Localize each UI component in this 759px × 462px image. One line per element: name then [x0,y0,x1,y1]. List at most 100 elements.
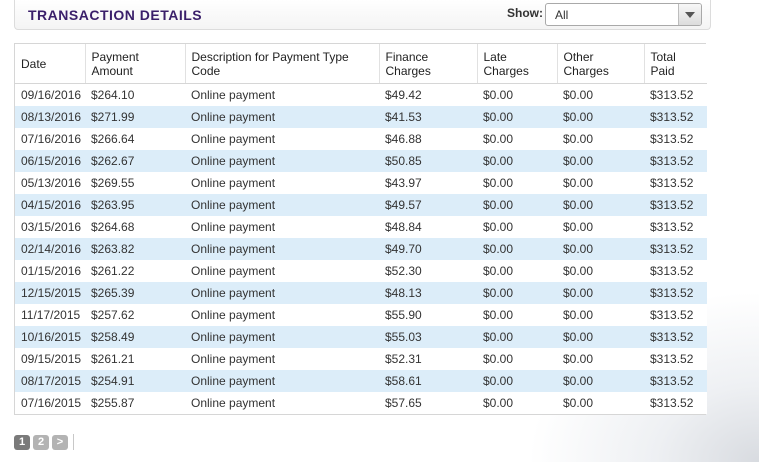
chevron-down-icon[interactable] [678,4,701,25]
cell-late-charges: $0.00 [477,304,557,326]
cell-finance-charges: $49.57 [379,194,477,216]
column-header-total-paid[interactable]: Total Paid [644,44,707,84]
page-title: TRANSACTION DETAILS [28,7,203,23]
cell-date: 07/16/2016 [15,128,85,150]
cell-finance-charges: $49.42 [379,83,477,106]
cell-description: Online payment [185,348,379,370]
cell-total-paid: $313.52 [644,348,707,370]
cell-description: Online payment [185,150,379,172]
cell-payment-amount: $261.22 [85,260,185,282]
show-filter-value: All [555,8,569,22]
cell-description: Online payment [185,260,379,282]
table-row: 01/15/2016 $261.22 Online payment $52.30 $0.… [15,260,707,282]
cell-date: 03/15/2016 [15,216,85,238]
cell-late-charges: $0.00 [477,194,557,216]
cell-finance-charges: $50.85 [379,150,477,172]
cell-total-paid: $313.52 [644,194,707,216]
cell-date: 08/13/2016 [15,106,85,128]
cell-late-charges: $0.00 [477,238,557,260]
cell-payment-amount: $254.91 [85,370,185,392]
column-header-late-charges[interactable]: Late Charges [477,44,558,84]
column-header-finance-charges[interactable]: Finance Charges [379,44,478,84]
pager-divider [73,434,74,450]
cell-date: 07/16/2015 [15,392,85,414]
page-1-button[interactable]: 1 [14,434,30,450]
cell-late-charges: $0.00 [477,260,557,282]
table-row: 11/17/2015 $257.62 Online payment $55.90 $0.… [15,304,707,326]
column-header-other-charges[interactable]: Other Charges [557,44,645,84]
transaction-table: Date Payment Amount Description for Paym… [14,43,707,415]
cell-finance-charges: $52.30 [379,260,477,282]
cell-other-charges: $0.00 [557,83,644,106]
cell-late-charges: $0.00 [477,128,557,150]
cell-total-paid: $313.52 [644,282,707,304]
cell-other-charges: $0.00 [557,348,644,370]
cell-finance-charges: $48.84 [379,216,477,238]
cell-description: Online payment [185,106,379,128]
table-row: 07/16/2015 $255.87 Online payment $57.65 $0.… [15,392,707,414]
table-row: 09/15/2015 $261.21 Online payment $52.31 $0.… [15,348,707,370]
table-row: 09/16/2016 $264.10 Online payment $49.42 $0.… [15,83,707,106]
cell-other-charges: $0.00 [557,150,644,172]
cell-other-charges: $0.00 [557,172,644,194]
cell-payment-amount: $265.39 [85,282,185,304]
cell-late-charges: $0.00 [477,172,557,194]
cell-other-charges: $0.00 [557,304,644,326]
table-row: 04/15/2016 $263.95 Online payment $49.57 $0.… [15,194,707,216]
cell-date: 05/13/2016 [15,172,85,194]
column-header-date[interactable]: Date [15,44,86,84]
cell-total-paid: $313.52 [644,216,707,238]
cell-finance-charges: $55.90 [379,304,477,326]
cell-other-charges: $0.00 [557,282,644,304]
cell-other-charges: $0.00 [557,194,644,216]
cell-date: 09/15/2015 [15,348,85,370]
page-2-button[interactable]: 2 [33,434,49,450]
cell-finance-charges: $41.53 [379,106,477,128]
cell-payment-amount: $258.49 [85,326,185,348]
cell-date: 12/15/2015 [15,282,85,304]
next-page-button[interactable]: > [52,434,68,450]
cell-total-paid: $313.52 [644,128,707,150]
cell-date: 08/17/2015 [15,370,85,392]
cell-payment-amount: $264.68 [85,216,185,238]
cell-finance-charges: $43.97 [379,172,477,194]
cell-date: 06/15/2016 [15,150,85,172]
pagination: 1 2 > [14,434,74,450]
show-filter-select[interactable]: All [545,3,702,26]
cell-finance-charges: $58.61 [379,370,477,392]
table-row: 10/16/2015 $258.49 Online payment $55.03 $0.… [15,326,707,348]
table-row: 07/16/2016 $266.64 Online payment $46.88 $0.… [15,128,707,150]
cell-late-charges: $0.00 [477,392,557,414]
column-header-payment-amount[interactable]: Payment Amount [85,44,186,84]
cell-late-charges: $0.00 [477,282,557,304]
cell-date: 11/17/2015 [15,304,85,326]
cell-description: Online payment [185,392,379,414]
cell-payment-amount: $263.95 [85,194,185,216]
table-row: 08/13/2016 $271.99 Online payment $41.53 $0.… [15,106,707,128]
cell-date: 02/14/2016 [15,238,85,260]
cell-total-paid: $313.52 [644,304,707,326]
cell-total-paid: $313.52 [644,260,707,282]
cell-description: Online payment [185,238,379,260]
cell-late-charges: $0.00 [477,150,557,172]
cell-late-charges: $0.00 [477,348,557,370]
cell-date: 04/15/2016 [15,194,85,216]
cell-finance-charges: $49.70 [379,238,477,260]
cell-description: Online payment [185,216,379,238]
cell-description: Online payment [185,304,379,326]
table-row: 02/14/2016 $263.82 Online payment $49.70 $0.… [15,238,707,260]
cell-finance-charges: $52.31 [379,348,477,370]
cell-description: Online payment [185,172,379,194]
cell-late-charges: $0.00 [477,106,557,128]
cell-payment-amount: $266.64 [85,128,185,150]
cell-total-paid: $313.52 [644,172,707,194]
table-row: 03/15/2016 $264.68 Online payment $48.84 $0.… [15,216,707,238]
cell-finance-charges: $48.13 [379,282,477,304]
cell-total-paid: $313.52 [644,83,707,106]
cell-payment-amount: $264.10 [85,83,185,106]
column-header-description[interactable]: Description for Payment Type Code [185,44,380,84]
cell-total-paid: $313.52 [644,150,707,172]
cell-description: Online payment [185,326,379,348]
cell-payment-amount: $255.87 [85,392,185,414]
table-row: 12/15/2015 $265.39 Online payment $48.13 $0.… [15,282,707,304]
